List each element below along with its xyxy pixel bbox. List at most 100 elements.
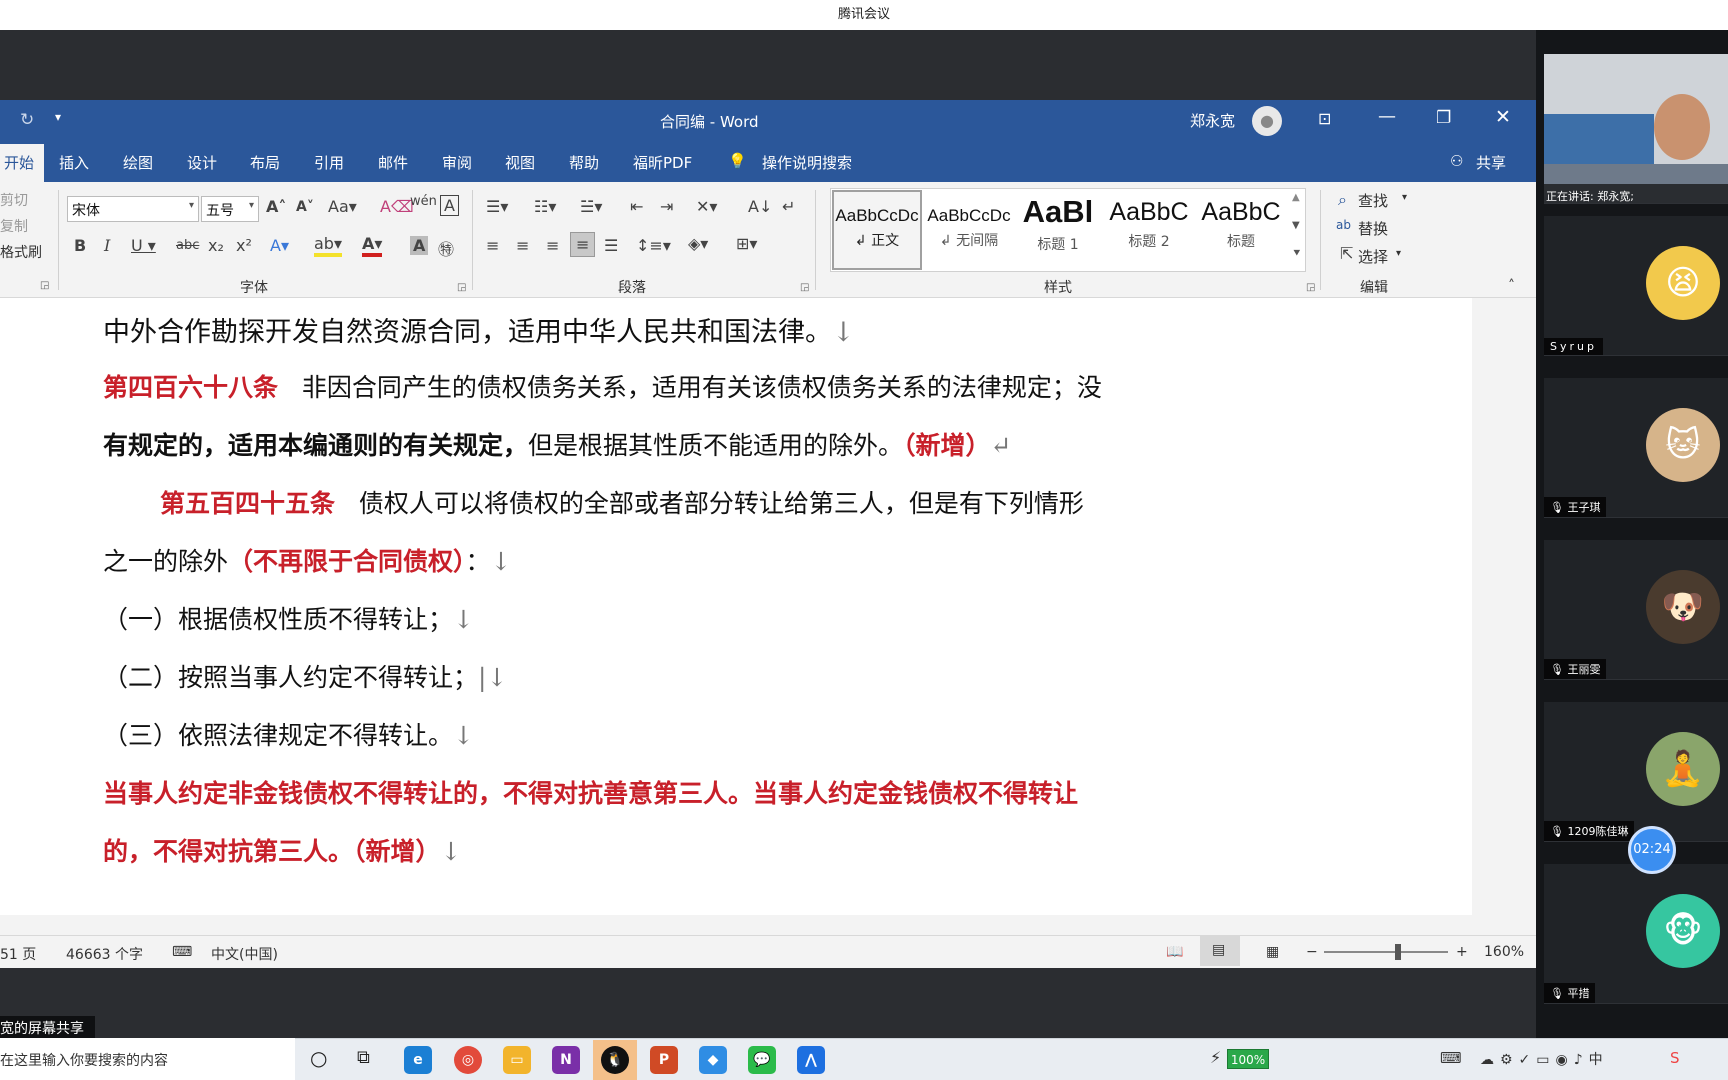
vertical-scroll-area[interactable] [1472,298,1536,915]
task-view-icon[interactable]: ⧉ [357,1047,370,1068]
tab-references[interactable]: 引用 [314,152,344,173]
sogou-input-icon[interactable]: S [1670,1049,1680,1067]
font-color-icon[interactable]: A▾ [362,234,383,257]
font-size-select[interactable]: 五号 ▾ [201,196,259,222]
input-indicator-icon[interactable]: ⌨ [1440,1049,1462,1067]
language[interactable]: 中文(中国) [211,944,278,964]
participant-tile[interactable]: 🧘 🎙 1209陈佳琳 [1544,702,1728,842]
select-button[interactable]: 选择 [1358,246,1388,267]
bullets-icon[interactable]: ☰▾ [486,197,508,216]
highlight-color-icon[interactable]: ab▾ [314,234,342,257]
tab-help[interactable]: 帮助 [569,152,599,173]
styles-launcher-icon[interactable]: ◲ [1306,282,1315,293]
file-explorer-icon[interactable]: ▭ [503,1046,531,1074]
cut-button[interactable]: 剪切 [0,190,28,210]
shrink-font-icon[interactable]: A˅ [296,199,314,215]
page-count[interactable]: 51 页 [0,944,36,964]
sort-icon[interactable]: A↓ [748,197,772,216]
align-right-icon[interactable]: ≡ [546,236,559,255]
print-layout-icon[interactable]: ▤ [1200,936,1240,966]
styles-scroll-down-icon[interactable]: ▼ [1292,220,1300,231]
proofing-icon[interactable]: ⌨ [172,944,192,960]
strikethrough-icon[interactable]: abc [176,238,199,253]
zoom-level[interactable]: 160% [1484,944,1524,960]
distributed-icon[interactable]: ☰ [604,236,618,255]
shading-icon[interactable]: ◈▾ [688,234,708,253]
tab-review[interactable]: 审阅 [442,152,472,173]
italic-icon[interactable]: I [104,236,110,255]
style-heading-1[interactable]: AaBl 标题 1 [1016,190,1100,270]
tencent-meeting-icon[interactable]: ◆ [699,1046,727,1074]
clipboard-launcher-icon[interactable]: ◲ [40,280,49,291]
style-title[interactable]: AaBbC 标题 [1196,190,1286,270]
zoom-slider-thumb[interactable] [1395,944,1402,960]
document-page[interactable]: 中外合作勘探开发自然资源合同，适用中华人民共和国法律。↓ 第四百六十八条 非因合… [0,298,1472,915]
numbering-icon[interactable]: ☷▾ [534,197,556,216]
cortana-icon[interactable]: ○ [310,1046,327,1070]
participant-tile[interactable]: 🐶 🎙 王丽雯 [1544,540,1728,680]
line-spacing-icon[interactable]: ↕≡▾ [636,236,671,255]
style-heading-2[interactable]: AaBbC 标题 2 [1104,190,1194,270]
system-tray-icons[interactable]: ☁⚙✓▭◉♪中 [1480,1049,1609,1069]
zoom-in-icon[interactable]: + [1456,944,1468,960]
tab-home[interactable]: 开始 [0,144,45,182]
tab-mailings[interactable]: 邮件 [378,152,408,173]
style-normal[interactable]: AaBbCcDc ↲ 正文 [832,190,922,270]
show-marks-icon[interactable]: ↵ [782,197,795,216]
quick-access-menu-icon[interactable]: ▾ [55,110,61,124]
close-icon[interactable]: ✕ [1495,106,1511,128]
participant-tile[interactable]: 🐱 🎙 王子琪 [1544,378,1728,518]
tab-insert[interactable]: 插入 [59,152,89,173]
participant-tile[interactable]: 😫 Syrup [1544,216,1728,356]
character-shading-icon[interactable]: A [410,236,429,255]
web-layout-icon[interactable]: ▦ [1266,944,1279,960]
tab-layout[interactable]: 布局 [250,152,280,173]
redo-icon[interactable]: ↻ [20,110,34,130]
text-effects-icon[interactable]: A▾ [270,236,289,255]
borders-icon[interactable]: ⊞▾ [736,234,757,253]
justify-icon[interactable]: ≡ [570,232,596,257]
align-center-icon[interactable]: ≡ [516,236,529,255]
taskbar-search[interactable]: 在这里输入你要搜索的内容 [0,1038,295,1080]
styles-scroll-up-icon[interactable]: ▲ [1292,192,1300,203]
lark-icon[interactable]: ⋀ [797,1046,825,1074]
tab-design[interactable]: 设计 [187,152,217,173]
user-avatar-icon[interactable]: ● [1252,106,1282,136]
chinese-layout-icon[interactable]: ✕▾ [696,197,717,216]
meeting-timer[interactable]: 02:24 [1628,826,1676,874]
ribbon-display-icon[interactable]: ⊡ [1318,109,1331,128]
chrome-icon[interactable]: ◎ [454,1046,482,1074]
restore-icon[interactable]: ❐ [1436,108,1451,128]
decrease-indent-icon[interactable]: ⇤ [630,197,643,216]
enclose-characters-icon[interactable]: ㊕ [438,236,454,260]
subscript-icon[interactable]: x₂ [208,236,224,255]
paragraph-launcher-icon[interactable]: ◲ [800,282,809,293]
character-border-icon[interactable]: A [440,195,459,216]
bold-icon[interactable]: B [74,236,86,255]
tab-draw[interactable]: 绘图 [123,152,153,173]
replace-button[interactable]: 替换 [1358,218,1388,239]
minimize-icon[interactable]: — [1378,106,1396,127]
format-painter-button[interactable]: 格式刷 [0,242,42,262]
word-count[interactable]: 46663 个字 [66,944,143,964]
change-case-icon[interactable]: Aa▾ [328,197,357,216]
participant-tile[interactable]: 🐵 🎙 平措 [1544,864,1728,1004]
tell-me-search[interactable]: 操作说明搜索 [762,152,852,173]
onenote-icon[interactable]: N [552,1046,580,1074]
active-speaker-video[interactable]: 正在讲话: 郑永宽; [1544,54,1728,204]
increase-indent-icon[interactable]: ⇥ [660,197,673,216]
multilevel-list-icon[interactable]: ☱▾ [580,197,602,216]
grow-font-icon[interactable]: A˄ [266,197,286,216]
align-left-icon[interactable]: ≡ [486,236,499,255]
find-button[interactable]: 查找 [1358,190,1388,211]
font-launcher-icon[interactable]: ◲ [457,282,466,293]
styles-more-icon[interactable]: ⯆ [1292,246,1302,261]
battery-indicator[interactable]: 100% [1227,1049,1269,1069]
collapse-ribbon-icon[interactable]: ˄ [1508,278,1515,294]
user-name[interactable]: 郑永宽 [1190,110,1235,131]
share-button[interactable]: 共享 [1476,152,1506,173]
qq-icon[interactable]: 🐧 [601,1046,629,1074]
tab-view[interactable]: 视图 [505,152,535,173]
read-mode-icon[interactable]: 📖 [1166,944,1183,960]
superscript-icon[interactable]: x² [236,236,252,255]
